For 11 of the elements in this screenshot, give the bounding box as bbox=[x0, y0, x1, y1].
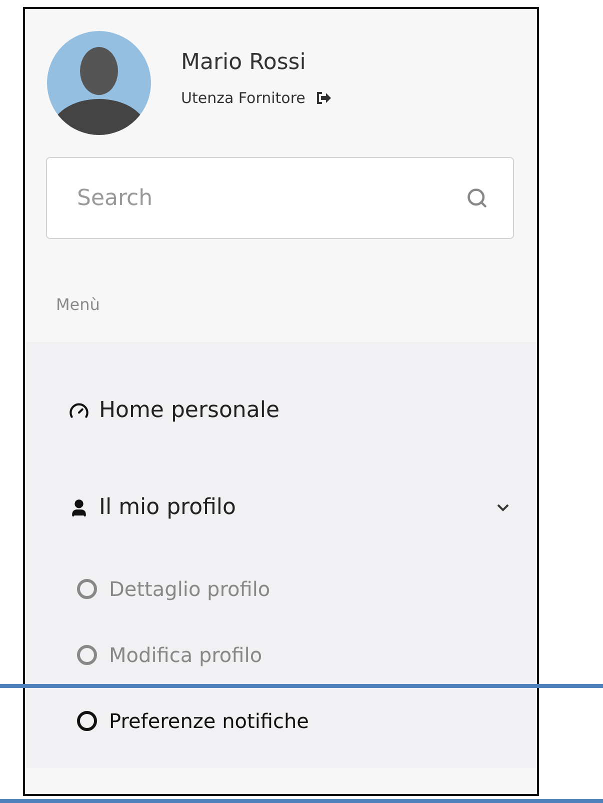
search-icon[interactable] bbox=[466, 187, 488, 209]
logout-icon[interactable] bbox=[317, 92, 332, 104]
user-name: Mario Rossi bbox=[181, 50, 307, 74]
gauge-icon bbox=[69, 400, 89, 420]
user-role: Utenza Fornitore bbox=[181, 88, 306, 106]
menu-item[interactable]: Home personale bbox=[25, 362, 537, 459]
menu-item[interactable]: Il mio profilo bbox=[25, 459, 537, 556]
submenu-item[interactable]: Preferenze notifiche bbox=[25, 688, 537, 754]
search-field[interactable]: Search bbox=[46, 157, 514, 239]
user-icon bbox=[69, 498, 89, 518]
menu-heading: Menù bbox=[55, 294, 101, 316]
